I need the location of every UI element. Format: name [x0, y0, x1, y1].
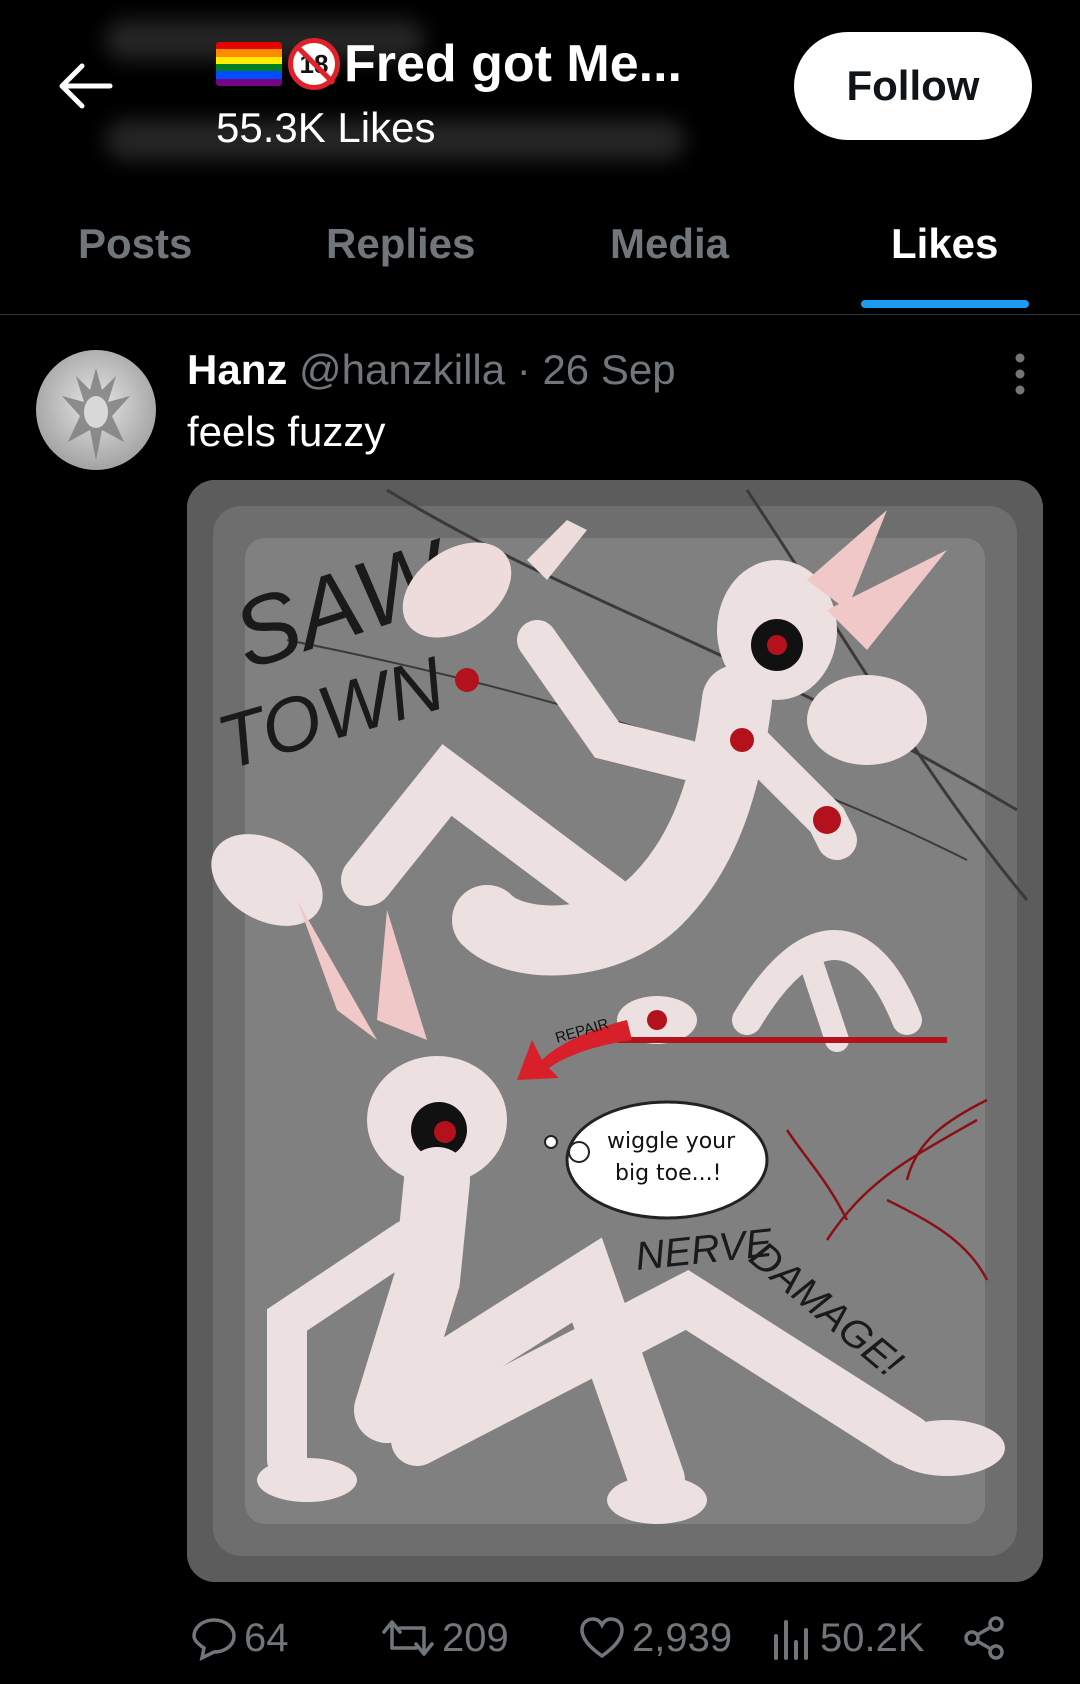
- views-count: 50.2K: [820, 1615, 925, 1660]
- repost-count: 209: [442, 1615, 509, 1660]
- post-text: feels fuzzy: [187, 408, 386, 455]
- author-handle[interactable]: @hanzkilla: [299, 346, 505, 393]
- post-actions: 64 209 2,939 50.2K: [0, 1614, 1080, 1674]
- tab-posts[interactable]: Posts: [78, 220, 192, 268]
- like-count: 2,939: [632, 1615, 733, 1660]
- post-date[interactable]: 26 Sep: [542, 346, 675, 393]
- rainbow-flag-icon: [216, 42, 282, 86]
- tab-replies[interactable]: Replies: [326, 220, 475, 268]
- repost-button[interactable]: 209: [380, 1614, 509, 1662]
- share-icon: [964, 1616, 1004, 1660]
- reply-count: 64: [244, 1615, 289, 1660]
- no-under-18-icon: 18: [288, 38, 340, 90]
- profile-header: 18 Fred got Me... 55.3K Likes Follow: [0, 0, 1080, 170]
- follow-button[interactable]: Follow: [794, 32, 1032, 140]
- author-name[interactable]: Hanz: [187, 346, 287, 393]
- profile-title-row: 18 Fred got Me...: [216, 34, 682, 94]
- bubble-line-1: wiggle your: [607, 1129, 736, 1154]
- post-image[interactable]: SAW TOWN REPAIR wiggle your big toe...! …: [187, 480, 1043, 1582]
- post-header: Hanz @hanzkilla · 26 Sep: [187, 346, 676, 394]
- avatar-figure: [62, 368, 130, 460]
- reply-button[interactable]: 64: [190, 1614, 289, 1662]
- active-tab-indicator: [861, 300, 1029, 308]
- illustration: SAW TOWN REPAIR wiggle your big toe...! …: [187, 480, 1043, 1582]
- profile-tabs: Posts Replies Media Likes: [0, 190, 1080, 315]
- profile-title: Fred got Me...: [344, 35, 682, 93]
- bubble-line-2: big toe...!: [615, 1161, 721, 1186]
- likes-count: 55.3K Likes: [216, 104, 436, 151]
- more-vertical-icon: [1015, 353, 1025, 395]
- separator-dot: ·: [516, 346, 531, 393]
- more-button[interactable]: [1004, 352, 1036, 396]
- back-button[interactable]: [44, 44, 128, 128]
- arrow-left-icon: [59, 63, 113, 109]
- like-button[interactable]: 2,939: [578, 1614, 732, 1662]
- share-button[interactable]: [960, 1614, 1014, 1662]
- views-icon: [774, 1620, 808, 1660]
- reply-icon: [192, 1618, 236, 1662]
- repost-icon: [382, 1620, 434, 1656]
- avatar[interactable]: [36, 350, 156, 470]
- heart-icon: [580, 1617, 624, 1659]
- tab-likes[interactable]: Likes: [891, 220, 998, 268]
- views-button[interactable]: 50.2K: [770, 1614, 925, 1662]
- tab-media[interactable]: Media: [610, 220, 729, 268]
